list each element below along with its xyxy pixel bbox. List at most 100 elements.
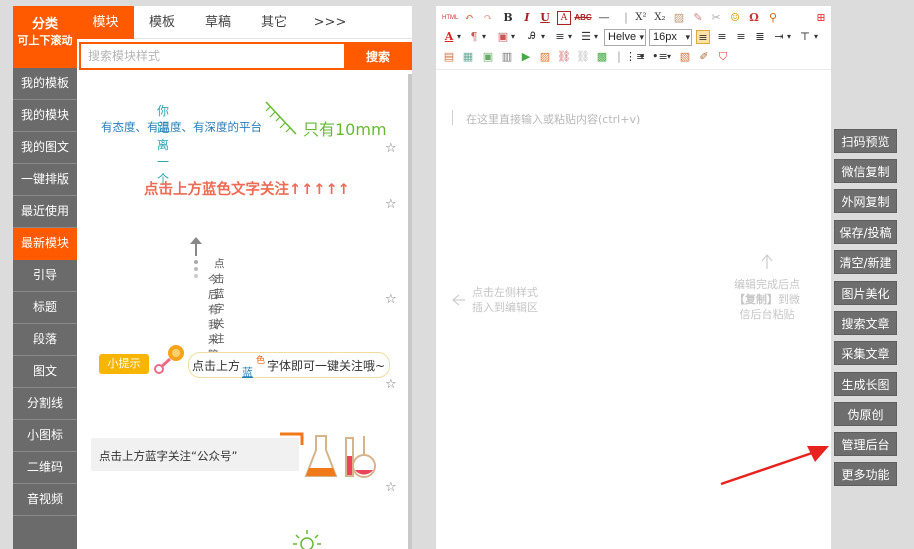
favorite-star-icon[interactable]: ☆: [385, 481, 397, 494]
hint-line: 信后台粘贴: [739, 308, 795, 321]
sample-text: 有态度、有温度、有深度的平台: [101, 120, 262, 134]
tab-templates[interactable]: 模板: [134, 6, 190, 39]
format-match-icon[interactable]: ▨: [672, 11, 686, 25]
line-height-icon[interactable]: ≡: [553, 30, 567, 44]
search-replace-icon[interactable]: ⚲: [766, 11, 780, 25]
sidebar-item-newest-modules[interactable]: 最新模块: [13, 228, 77, 260]
font-color-dropdown-icon[interactable]: ▾: [455, 30, 463, 44]
ordered-list-dropdown-icon[interactable]: ▾: [638, 50, 646, 64]
search-input[interactable]: [79, 42, 344, 70]
paragraph-spacing-dropdown-icon[interactable]: ▾: [592, 30, 600, 44]
sidebar-item-small-icons[interactable]: 小图标: [13, 420, 77, 452]
font-family-select[interactable]: Helve: [604, 29, 646, 46]
image-beautify-button[interactable]: 图片美化: [834, 281, 897, 305]
insert-video-icon[interactable]: ▶: [519, 50, 533, 64]
sidebar-item-my-templates[interactable]: 我的模板: [13, 68, 77, 100]
format-painter-icon[interactable]: ▧: [678, 50, 692, 64]
insert-picture-icon[interactable]: ▣: [481, 50, 495, 64]
sidebar-item-image-text[interactable]: 图文: [13, 356, 77, 388]
sidebar-item-paragraph[interactable]: 段落: [13, 324, 77, 356]
emoji-icon[interactable]: ☺: [728, 11, 742, 25]
redo-icon[interactable]: ↷: [481, 11, 495, 25]
eraser-icon[interactable]: ✎: [691, 11, 705, 25]
external-copy-button[interactable]: 外网复制: [834, 189, 897, 213]
admin-backend-button[interactable]: 管理后台: [834, 432, 897, 456]
pseudo-original-button[interactable]: 伪原创: [834, 402, 897, 426]
sidebar-item-divider[interactable]: 分割线: [13, 388, 77, 420]
library-scrollbar[interactable]: [408, 74, 412, 549]
font-border-icon[interactable]: A: [557, 11, 571, 25]
horizontal-rule-icon[interactable]: —: [597, 11, 611, 25]
sidebar-item-my-modules[interactable]: 我的模块: [13, 100, 77, 132]
clear-format-icon[interactable]: ✂: [709, 11, 723, 25]
sidebar-item-one-click-layout[interactable]: 一键排版: [13, 164, 77, 196]
letter-spacing-icon[interactable]: Ꭿ: [525, 30, 539, 44]
search-article-button[interactable]: 搜索文章: [834, 311, 897, 335]
insert-table-icon[interactable]: ▥: [500, 50, 514, 64]
tab-more[interactable]: >>>: [302, 6, 358, 39]
tab-modules[interactable]: 模块: [77, 6, 134, 39]
vertical-align-icon[interactable]: ⊤: [798, 30, 812, 44]
insert-link-icon[interactable]: ⛓: [557, 50, 571, 64]
special-char-icon[interactable]: Ω: [747, 11, 761, 25]
align-center-icon[interactable]: ≡: [715, 30, 729, 44]
indent-dropdown-icon[interactable]: ▾: [785, 30, 793, 44]
scan-preview-button[interactable]: 扫码预览: [834, 129, 897, 153]
sidebar-item-audio-video[interactable]: 音视频: [13, 484, 77, 516]
align-right-icon[interactable]: ≡: [734, 30, 748, 44]
align-justify-icon[interactable]: ≣: [753, 30, 767, 44]
underline-icon[interactable]: U: [538, 11, 552, 25]
insert-frame-icon[interactable]: ▨: [538, 50, 552, 64]
html-source-icon[interactable]: HTML: [442, 11, 458, 25]
indent-icon[interactable]: ⇥: [772, 30, 786, 44]
collect-article-button[interactable]: 采集文章: [834, 341, 897, 365]
sample-text: 你距离一个: [157, 104, 170, 186]
background-color-icon[interactable]: ▣: [496, 30, 510, 44]
ordered-list-icon[interactable]: ⋮≡: [625, 50, 645, 64]
clear-new-button[interactable]: 清空/新建: [834, 250, 897, 274]
favorite-star-icon[interactable]: ☆: [385, 142, 397, 155]
insert-media-icon[interactable]: ▩: [595, 50, 609, 64]
align-left-icon[interactable]: ≡: [696, 30, 710, 44]
strikethrough-icon[interactable]: ABC: [573, 11, 593, 25]
wechat-copy-button[interactable]: 微信复制: [834, 159, 897, 183]
sidebar-item-recent[interactable]: 最近使用: [13, 196, 77, 228]
favorite-star-icon[interactable]: ☆: [385, 378, 397, 391]
insert-image-icon[interactable]: ▤: [442, 50, 456, 64]
superscript-icon[interactable]: X²: [634, 11, 648, 25]
subscript-icon[interactable]: X₂: [653, 11, 667, 25]
unordered-list-dropdown-icon[interactable]: ▾: [665, 50, 673, 64]
unordered-list-icon[interactable]: •≡: [652, 50, 668, 64]
font-size-select[interactable]: 16px: [649, 29, 692, 46]
paragraph-spacing-icon[interactable]: ☰: [579, 30, 593, 44]
fullscreen-icon[interactable]: ⊞: [814, 11, 828, 25]
sidebar-item-my-articles[interactable]: 我的图文: [13, 132, 77, 164]
vertical-align-dropdown-icon[interactable]: ▾: [812, 30, 820, 44]
brush-icon[interactable]: ✐: [697, 50, 711, 64]
editor-placeholder[interactable]: 在这里直接输入或粘贴内容(ctrl+v): [466, 111, 640, 127]
sidebar-item-guide[interactable]: 引导: [13, 260, 77, 292]
generate-long-image-button[interactable]: 生成长图: [834, 372, 897, 396]
letter-spacing-dropdown-icon[interactable]: ▾: [539, 30, 547, 44]
insert-multi-image-icon[interactable]: ▦: [461, 50, 475, 64]
italic-icon[interactable]: I: [520, 11, 534, 25]
paragraph-format-icon[interactable]: ¶: [467, 30, 481, 44]
save-submit-button[interactable]: 保存/投稿: [834, 220, 897, 244]
html5-icon[interactable]: ⛉: [716, 50, 730, 64]
undo-icon[interactable]: ↶: [462, 11, 476, 25]
sidebar-item-heading[interactable]: 标题: [13, 292, 77, 324]
font-color-icon[interactable]: A: [442, 30, 456, 44]
tab-others[interactable]: 其它: [246, 6, 302, 39]
search-button[interactable]: 搜索: [344, 42, 412, 70]
favorite-star-icon[interactable]: ☆: [385, 198, 397, 211]
sidebar-item-qr-code[interactable]: 二维码: [13, 452, 77, 484]
background-dropdown-icon[interactable]: ▾: [509, 30, 517, 44]
bold-icon[interactable]: B: [501, 11, 515, 25]
paragraph-dropdown-icon[interactable]: ▾: [480, 30, 488, 44]
more-functions-button[interactable]: 更多功能: [834, 462, 897, 486]
line-height-dropdown-icon[interactable]: ▾: [566, 30, 574, 44]
favorite-star-icon[interactable]: ☆: [385, 293, 397, 306]
unlink-icon[interactable]: ⛓: [576, 50, 590, 64]
hint-line: 点击左侧样式: [472, 286, 538, 299]
tab-drafts[interactable]: 草稿: [190, 6, 246, 39]
